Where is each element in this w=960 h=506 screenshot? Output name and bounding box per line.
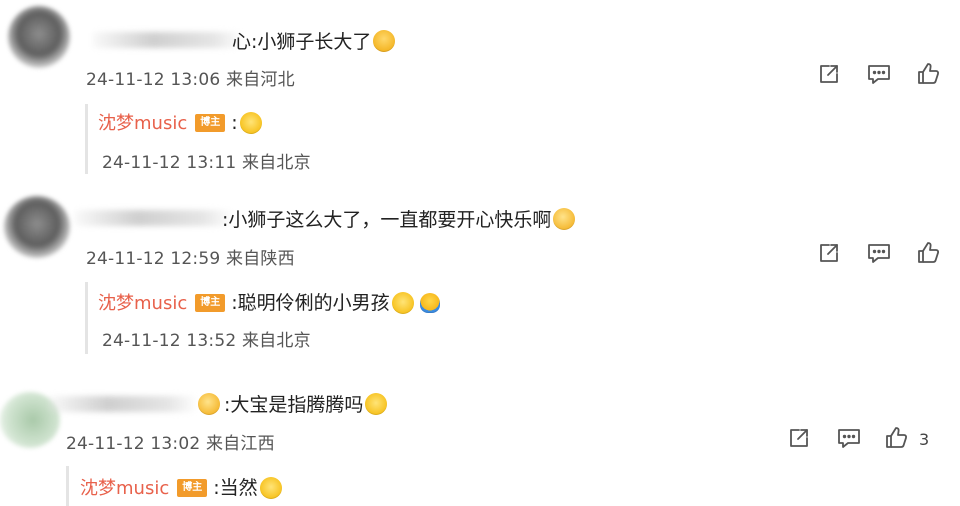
reply-text: : bbox=[231, 112, 238, 134]
timestamp: 24-11-12 13:11 bbox=[102, 153, 237, 173]
reply: 沈梦music 博主 :聪明伶俐的小男孩 bbox=[98, 288, 440, 316]
comment-body: :小狮子这么大了，一直都要开心快乐啊 bbox=[222, 209, 552, 231]
reply-username[interactable]: 沈梦music bbox=[98, 113, 187, 134]
reply-username[interactable]: 沈梦music bbox=[98, 293, 187, 314]
author-badge: 博主 bbox=[195, 113, 226, 132]
reply-text: :当然 bbox=[213, 477, 258, 499]
location: 来自江西 bbox=[205, 434, 275, 454]
timestamp: 24-11-12 13:02 bbox=[66, 434, 201, 454]
location: 来自陕西 bbox=[225, 249, 295, 269]
comment-meta: 24-11-12 13:06 来自河北 bbox=[86, 65, 295, 90]
duck-emoji-icon bbox=[419, 292, 440, 313]
username[interactable] bbox=[92, 32, 244, 48]
reply-divider bbox=[66, 466, 69, 506]
username[interactable] bbox=[48, 396, 198, 412]
reply-meta: 24-11-12 13:11 来自北京 bbox=[102, 148, 311, 173]
comment-text: :小狮子这么大了，一直都要开心快乐啊 bbox=[222, 205, 576, 232]
timestamp: 24-11-12 13:06 bbox=[86, 70, 221, 90]
location: 来自河北 bbox=[225, 70, 295, 90]
like-icon[interactable] bbox=[916, 240, 942, 266]
comment-meta: 24-11-12 13:02 来自江西 bbox=[66, 429, 275, 454]
like-icon[interactable] bbox=[916, 61, 942, 87]
like-icon[interactable] bbox=[884, 425, 910, 451]
reply-divider bbox=[85, 104, 88, 174]
comment-icon[interactable] bbox=[866, 240, 892, 266]
share-icon[interactable] bbox=[816, 240, 842, 266]
location: 来自北京 bbox=[241, 331, 311, 351]
thinking-emoji-icon bbox=[365, 392, 388, 415]
timestamp: 24-11-12 13:52 bbox=[102, 331, 237, 351]
location: 来自北京 bbox=[241, 153, 311, 173]
tease-emoji-icon bbox=[553, 207, 576, 230]
reply-username[interactable]: 沈梦music bbox=[80, 478, 169, 499]
comment-icon[interactable] bbox=[836, 425, 862, 451]
comment-text: 心:小狮子长大了 bbox=[232, 27, 396, 54]
comment-icon[interactable] bbox=[866, 61, 892, 87]
reply-meta: 24-11-12 13:52 来自北京 bbox=[102, 326, 311, 351]
comment-text: :大宝是指腾腾吗 bbox=[196, 390, 388, 417]
comment-body: :大宝是指腾腾吗 bbox=[224, 394, 364, 416]
comment-meta: 24-11-12 12:59 来自陕西 bbox=[86, 244, 295, 269]
timestamp: 24-11-12 12:59 bbox=[86, 249, 221, 269]
username[interactable] bbox=[74, 210, 234, 226]
author-badge: 博主 bbox=[195, 293, 226, 312]
comment-body: 心:小狮子长大了 bbox=[232, 31, 372, 53]
reply: 沈梦music 博主: bbox=[98, 109, 262, 136]
party-face-emoji-icon bbox=[373, 29, 396, 52]
reply: 沈梦music 博主 :当然 bbox=[80, 473, 282, 501]
share-icon[interactable] bbox=[816, 61, 842, 87]
avatar[interactable] bbox=[8, 6, 70, 68]
share-icon[interactable] bbox=[786, 425, 812, 451]
reply-text: :聪明伶俐的小男孩 bbox=[231, 292, 390, 314]
thinking-emoji-icon bbox=[198, 392, 220, 415]
like-count: 3 bbox=[919, 430, 930, 449]
smile-emoji-icon bbox=[391, 291, 414, 314]
avatar[interactable] bbox=[4, 196, 70, 258]
smile-emoji-icon bbox=[259, 476, 282, 499]
author-badge: 博主 bbox=[177, 478, 208, 497]
smile-emoji-icon bbox=[239, 111, 262, 134]
reply-divider bbox=[85, 282, 88, 354]
